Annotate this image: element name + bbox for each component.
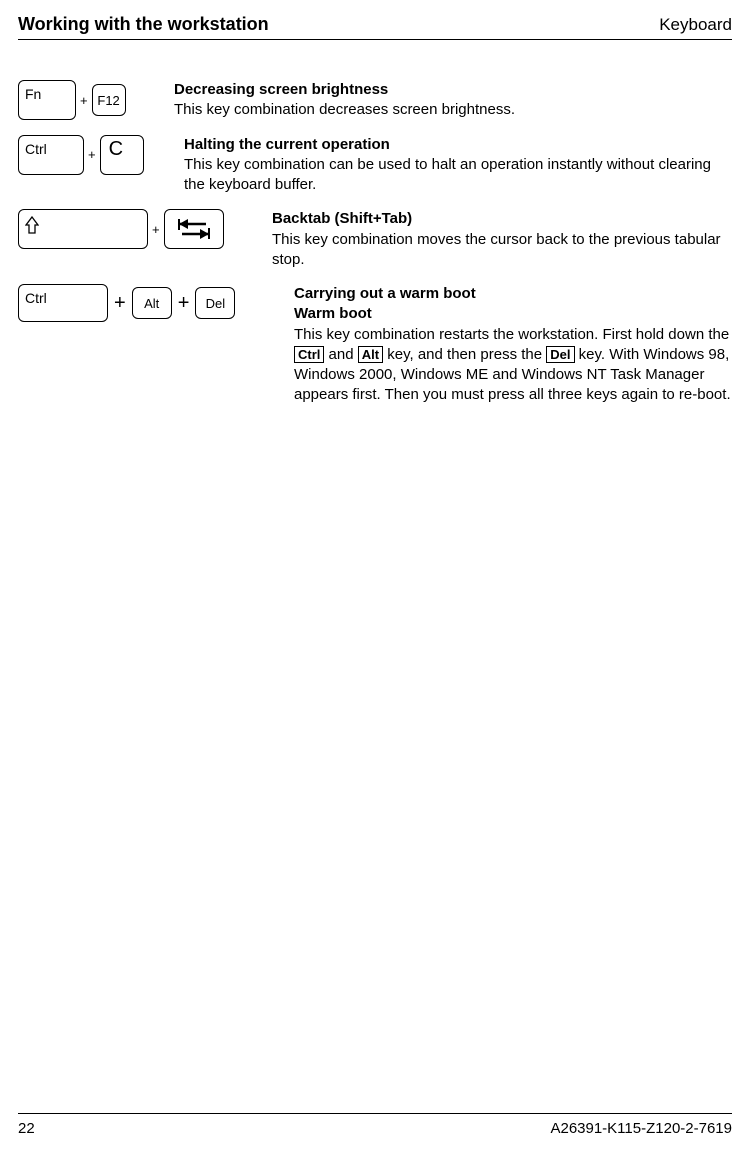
document-number: A26391-K115-Z120-2-7619 — [550, 1120, 732, 1137]
key-fn: Fn — [18, 80, 76, 120]
desc-subtitle: Warm boot — [294, 304, 732, 324]
desc-title: Backtab (Shift+Tab) — [272, 209, 732, 229]
shortcut-description: Decreasing screen brightness This key co… — [158, 80, 515, 121]
key-ctrl: Ctrl — [18, 284, 108, 322]
page-number: 22 — [18, 1120, 35, 1137]
key-combo: Ctrl + Alt + Del — [18, 284, 278, 322]
key-shift — [18, 209, 148, 249]
shortcut-row: Fn + F12 Decreasing screen brightness Th… — [18, 80, 732, 121]
key-combo: Fn + F12 — [18, 80, 158, 120]
desc-title: Carrying out a warm boot — [294, 284, 732, 304]
plus-icon: + — [178, 292, 190, 315]
plus-icon: + — [114, 292, 126, 315]
shortcut-row: + Backtab (Shift+Tab) This key combinati… — [18, 209, 732, 270]
key-alt: Alt — [132, 287, 172, 319]
key-del: Del — [195, 287, 235, 319]
header-title-left: Working with the workstation — [18, 14, 269, 35]
key-c: C — [100, 135, 144, 175]
shift-arrow-icon — [25, 216, 39, 234]
shortcut-description: Backtab (Shift+Tab) This key combination… — [256, 209, 732, 270]
desc-body: This key combination decreases screen br… — [174, 100, 515, 120]
inline-key-ctrl: Ctrl — [294, 346, 324, 364]
inline-key-del: Del — [546, 346, 574, 364]
header-title-right: Keyboard — [659, 15, 732, 35]
page-footer: 22 A26391-K115-Z120-2-7619 — [18, 1113, 732, 1137]
shortcut-description: Halting the current operation This key c… — [168, 135, 732, 196]
backtab-icon — [176, 217, 212, 241]
key-f12: F12 — [92, 84, 126, 116]
shortcut-row: Ctrl + C Halting the current operation T… — [18, 135, 732, 196]
plus-icon: + — [88, 147, 96, 162]
plus-icon: + — [152, 222, 160, 237]
key-ctrl: Ctrl — [18, 135, 84, 175]
desc-body: This key combination restarts the workst… — [294, 325, 732, 406]
desc-body: This key combination moves the cursor ba… — [272, 230, 732, 271]
key-combo: + — [18, 209, 256, 249]
page-header: Working with the workstation Keyboard — [18, 14, 732, 40]
plus-icon: + — [80, 93, 88, 108]
desc-body: This key combination can be used to halt… — [184, 155, 732, 196]
desc-title: Decreasing screen brightness — [174, 80, 515, 100]
body-pre: This key combination restarts the workst… — [294, 326, 729, 343]
key-combo: Ctrl + C — [18, 135, 168, 175]
shortcut-row: Ctrl + Alt + Del Carrying out a warm boo… — [18, 284, 732, 406]
inline-key-alt: Alt — [358, 346, 383, 364]
desc-title: Halting the current operation — [184, 135, 732, 155]
shortcut-description: Carrying out a warm boot Warm boot This … — [278, 284, 732, 406]
key-backtab — [164, 209, 224, 249]
body-mid2: key, and then press the — [383, 346, 546, 363]
body-mid1: and — [324, 346, 357, 363]
